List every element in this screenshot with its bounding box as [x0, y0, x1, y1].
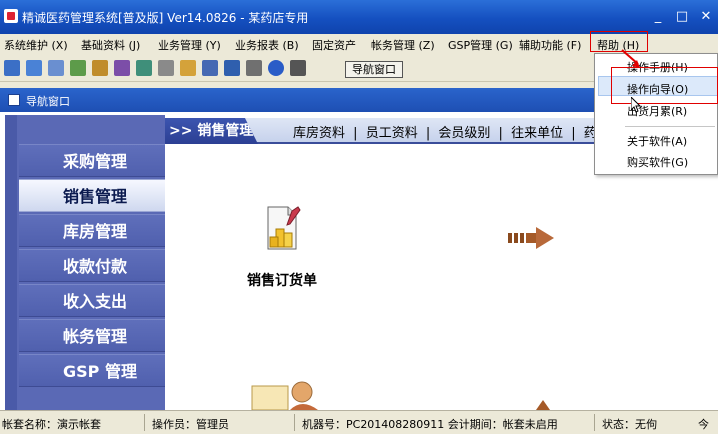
status-extra: 今	[698, 418, 709, 431]
section-title: >> 销售管理	[165, 118, 258, 144]
sidebar-item-purchase[interactable]: 采购管理	[19, 144, 165, 177]
sub-nav-warehouse[interactable]: 库房资料	[293, 126, 345, 141]
exit-icon[interactable]	[290, 60, 306, 76]
ledger-icon[interactable]	[92, 60, 108, 76]
sub-nav: 库房资料 | 员工资料 | 会员级别 | 往来单位 | 药	[293, 122, 601, 141]
folder-icon[interactable]	[180, 60, 196, 76]
minimize-button[interactable]: _	[650, 9, 666, 25]
status-account: 帐套名称：演示帐套	[2, 418, 101, 431]
status-separator	[294, 414, 295, 431]
form-icon[interactable]	[26, 60, 42, 76]
guide-item-highlight	[611, 67, 718, 104]
sidebar-item-income-expense[interactable]: 收入支出	[19, 284, 165, 317]
sidebar-item-sales[interactable]: 销售管理	[19, 179, 165, 212]
sub-nav-separator: |	[571, 126, 576, 141]
menu-item-about[interactable]: 关于软件(A)	[627, 133, 687, 149]
menu-fixed-assets[interactable]: 固定资产	[312, 37, 356, 53]
sub-nav-partners[interactable]: 往来单位	[511, 126, 563, 141]
nav-window-button[interactable]: 导航窗口	[345, 61, 403, 78]
sub-nav-separator: |	[498, 126, 503, 141]
sidebar: 采购管理 销售管理 库房管理 收款付款 收入支出 帐务管理 GSP 管理	[5, 115, 165, 410]
cards-icon[interactable]	[114, 60, 130, 76]
status-machine: 机器号：PC201408280911 会计期间：帐套未启用	[302, 418, 558, 431]
menu-basic-data[interactable]: 基础资料 (J)	[81, 37, 140, 53]
menu-separator	[625, 126, 715, 127]
sidebar-item-gsp[interactable]: GSP 管理	[19, 354, 165, 387]
document-person-icon[interactable]	[250, 378, 320, 410]
menu-tools[interactable]: 辅助功能 (F)	[519, 37, 581, 53]
annotation-arrow-icon	[621, 49, 640, 68]
sales-order-icon[interactable]	[262, 203, 302, 253]
print-icon[interactable]	[246, 60, 262, 76]
menu-gsp[interactable]: GSP管理 (G)	[448, 37, 513, 53]
window-icon[interactable]	[48, 60, 64, 76]
nav-window-title: 导航窗口	[26, 95, 70, 108]
sidebar-item-warehouse[interactable]: 库房管理	[19, 214, 165, 247]
sidebar-item-payments[interactable]: 收款付款	[19, 249, 165, 282]
status-operator: 操作员：管理员	[152, 418, 229, 431]
sub-nav-staff[interactable]: 员工资料	[366, 126, 418, 141]
nav-window-icon	[8, 94, 20, 106]
grid-icon[interactable]	[4, 60, 20, 76]
help-icon[interactable]	[268, 60, 284, 76]
app-icon	[4, 9, 18, 23]
maximize-button[interactable]: □	[674, 9, 690, 25]
status-bar: 帐套名称：演示帐套 操作员：管理员 机器号：PC201408280911 会计期…	[0, 410, 718, 434]
sub-nav-separator: |	[425, 126, 431, 141]
users-icon[interactable]	[136, 60, 152, 76]
status-separator	[144, 414, 145, 431]
menu-reports[interactable]: 业务报表 (B)	[235, 37, 299, 53]
menu-accounts[interactable]: 帐务管理 (Z)	[371, 37, 435, 53]
window-title: 精诚医药管理系统[普及版] Ver14.0826 - 某药店专用	[22, 11, 309, 25]
sidebar-item-accounts[interactable]: 帐务管理	[19, 319, 165, 352]
menu-system[interactable]: 系统维护 (X)	[4, 37, 68, 53]
save-icon[interactable]	[224, 60, 240, 76]
copy-icon[interactable]	[158, 60, 174, 76]
sales-order-label[interactable]: 销售订货单	[247, 270, 317, 290]
table-icon[interactable]	[202, 60, 218, 76]
flow-arrow-icon	[508, 227, 554, 249]
menu-business[interactable]: 业务管理 (Y)	[158, 37, 221, 53]
close-button[interactable]: ✕	[698, 9, 714, 25]
status-state: 状态：无佝	[602, 418, 657, 431]
sub-nav-separator: |	[353, 126, 358, 141]
mouse-cursor-icon	[631, 97, 641, 113]
title-bar: 精诚医药管理系统[普及版] Ver14.0826 - 某药店专用 _ □ ✕	[0, 0, 718, 34]
tree-icon[interactable]	[70, 60, 86, 76]
sub-nav-member-level[interactable]: 会员级别	[438, 126, 490, 141]
status-separator	[594, 414, 595, 431]
menu-item-purchase[interactable]: 购买软件(G)	[627, 154, 688, 170]
partial-arrow-icon	[536, 400, 550, 410]
